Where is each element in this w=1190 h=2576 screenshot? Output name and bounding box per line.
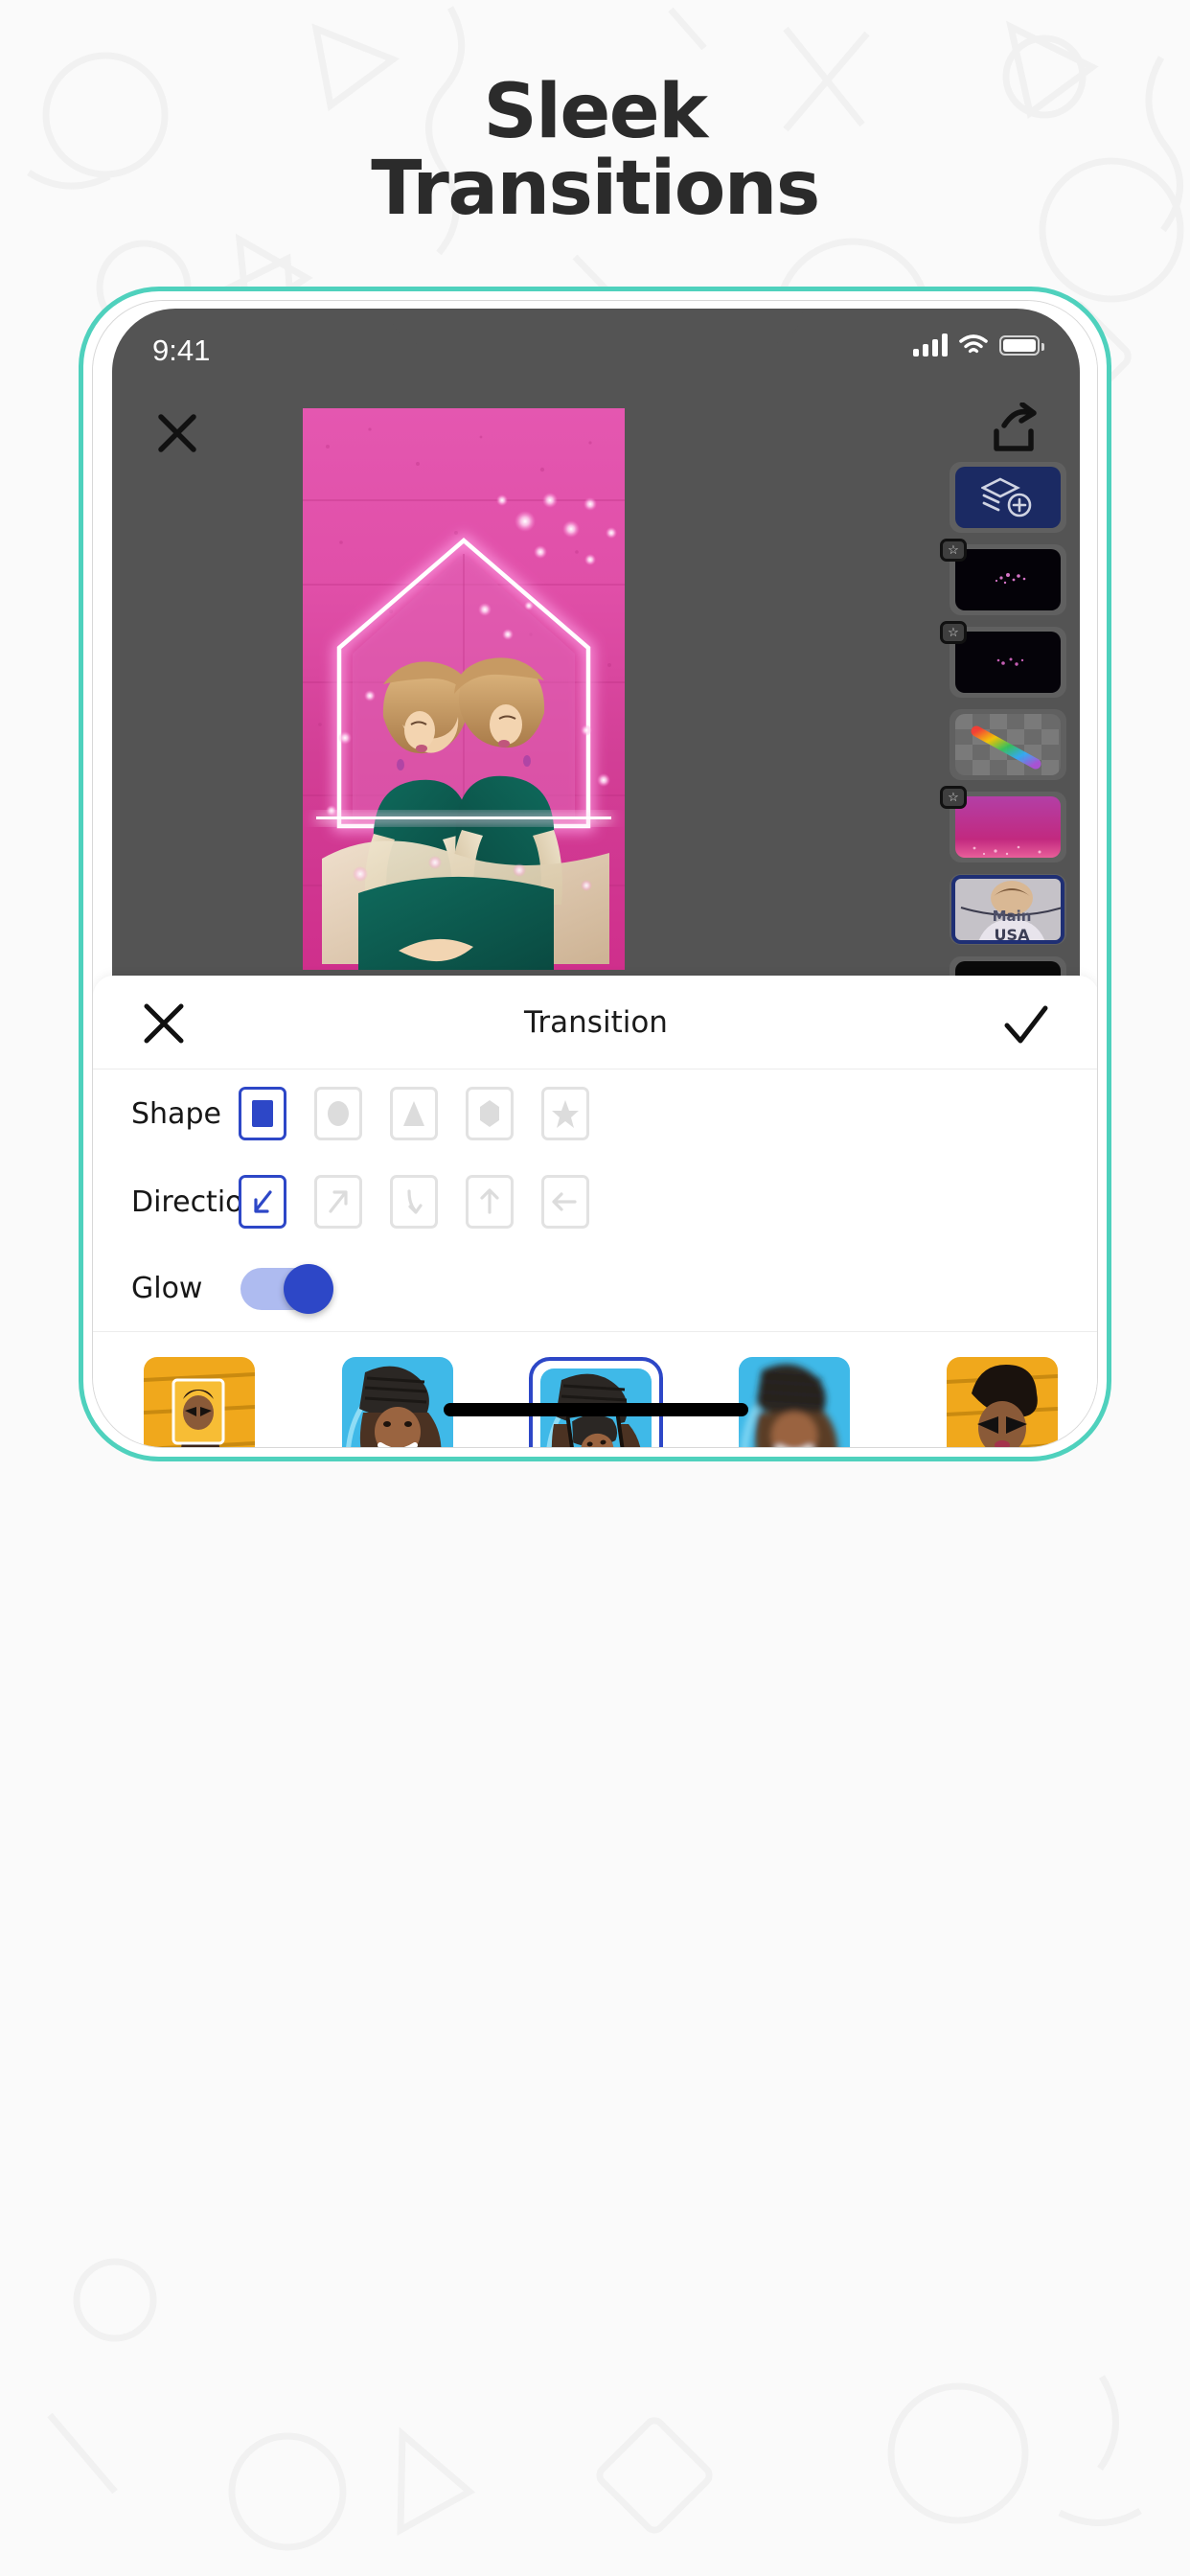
arrow-up-icon[interactable] — [466, 1175, 514, 1229]
preset-square-slide[interactable]: Square Slide — [921, 1357, 1064, 1447]
hexagon-shape-icon[interactable] — [466, 1087, 514, 1140]
editor-toolbar — [112, 397, 1080, 468]
sheet-header: Transition — [93, 976, 1097, 1070]
battery-icon — [999, 334, 1044, 356]
layer-star-badge: ☆ — [940, 786, 967, 809]
transition-sheet: Transition Shape Direction Glow — [93, 976, 1097, 1447]
preset-thumbnail[interactable] — [342, 1357, 453, 1447]
shape-options[interactable] — [239, 1087, 589, 1140]
layer-slot-rainbow[interactable] — [950, 709, 1066, 780]
arrow-down-left-icon[interactable] — [239, 1175, 286, 1229]
notch — [389, 309, 803, 345]
layers-plus-icon — [981, 477, 1032, 518]
glow-toggle-knob — [284, 1263, 333, 1314]
preset-thumbnail[interactable] — [946, 1357, 1058, 1447]
page-title-line-1: Sleek — [483, 69, 708, 155]
sheet-title: Transition — [524, 1005, 668, 1040]
wifi-icon — [959, 334, 988, 354]
circle-shape-icon[interactable] — [314, 1087, 362, 1140]
direction-label: Direction — [131, 1184, 262, 1219]
square-shape-icon[interactable] — [239, 1087, 286, 1140]
close-x-icon[interactable] — [150, 406, 204, 460]
layer-star-badge: ☆ — [940, 621, 967, 644]
layer-slot-stars-1[interactable]: ☆ — [940, 539, 1066, 615]
phone-device: 9:41 ☆ ☆ ☆ Main USA Transition Shape Dir… — [92, 300, 1098, 1448]
layer-thumbnail-main[interactable]: Main USA — [951, 875, 1064, 944]
layer-slot-main[interactable]: Main USA — [950, 874, 1066, 945]
svg-text:USA: USA — [995, 926, 1031, 944]
glow-row: Glow — [93, 1246, 1097, 1332]
glow-label: Glow — [131, 1272, 203, 1305]
layer-rail[interactable]: ☆ ☆ ☆ Main USA — [940, 462, 1066, 1027]
shape-label: Shape — [131, 1096, 221, 1131]
home-indicator[interactable] — [444, 1403, 748, 1416]
layer-thumbnail[interactable] — [955, 632, 1061, 693]
preset-3d-slide[interactable]: 3D Slide — [127, 1357, 271, 1447]
glow-toggle[interactable] — [240, 1263, 333, 1314]
editor-artwork-preview[interactable] — [303, 408, 625, 970]
layer-slot-add-layer[interactable] — [950, 462, 1066, 533]
layer-slot-stars-2[interactable]: ☆ — [940, 621, 1066, 698]
layer-thumbnail[interactable] — [955, 549, 1061, 610]
shape-row: Shape — [93, 1070, 1097, 1158]
direction-row: Direction — [93, 1158, 1097, 1246]
triangle-shape-icon[interactable] — [390, 1087, 438, 1140]
layer-thumbnail[interactable] — [955, 796, 1061, 858]
arrow-curve-down-icon[interactable] — [390, 1175, 438, 1229]
app-screen: 9:41 ☆ ☆ ☆ Main USA Transition Shape Dir… — [93, 301, 1097, 1447]
svg-text:Main: Main — [993, 908, 1032, 925]
layer-star-badge: ☆ — [940, 539, 967, 562]
status-time: 9:41 — [152, 334, 211, 367]
status-bar: 9:41 — [112, 309, 1080, 397]
add-layer-button[interactable] — [955, 467, 1061, 528]
preset-thumbnail[interactable] — [144, 1357, 255, 1447]
page-title: Sleek Transitions — [0, 69, 1190, 232]
signal-bars-icon — [913, 334, 948, 356]
checkmark-icon[interactable] — [999, 999, 1053, 1052]
layer-slot-magenta[interactable]: ☆ — [940, 786, 1066, 862]
preset-thumbnail[interactable] — [739, 1357, 850, 1447]
share-arrow-icon[interactable] — [986, 402, 1041, 458]
layer-thumbnail[interactable] — [955, 714, 1061, 775]
arrow-left-icon[interactable] — [541, 1175, 589, 1229]
arrow-up-right-icon[interactable] — [314, 1175, 362, 1229]
direction-options[interactable] — [239, 1175, 589, 1229]
star-shape-icon[interactable] — [541, 1087, 589, 1140]
status-indicators — [913, 334, 1044, 356]
transition-preset-strip[interactable]: 3D Slide — [93, 1332, 1097, 1447]
page-title-line-2: Transitions — [371, 145, 820, 232]
